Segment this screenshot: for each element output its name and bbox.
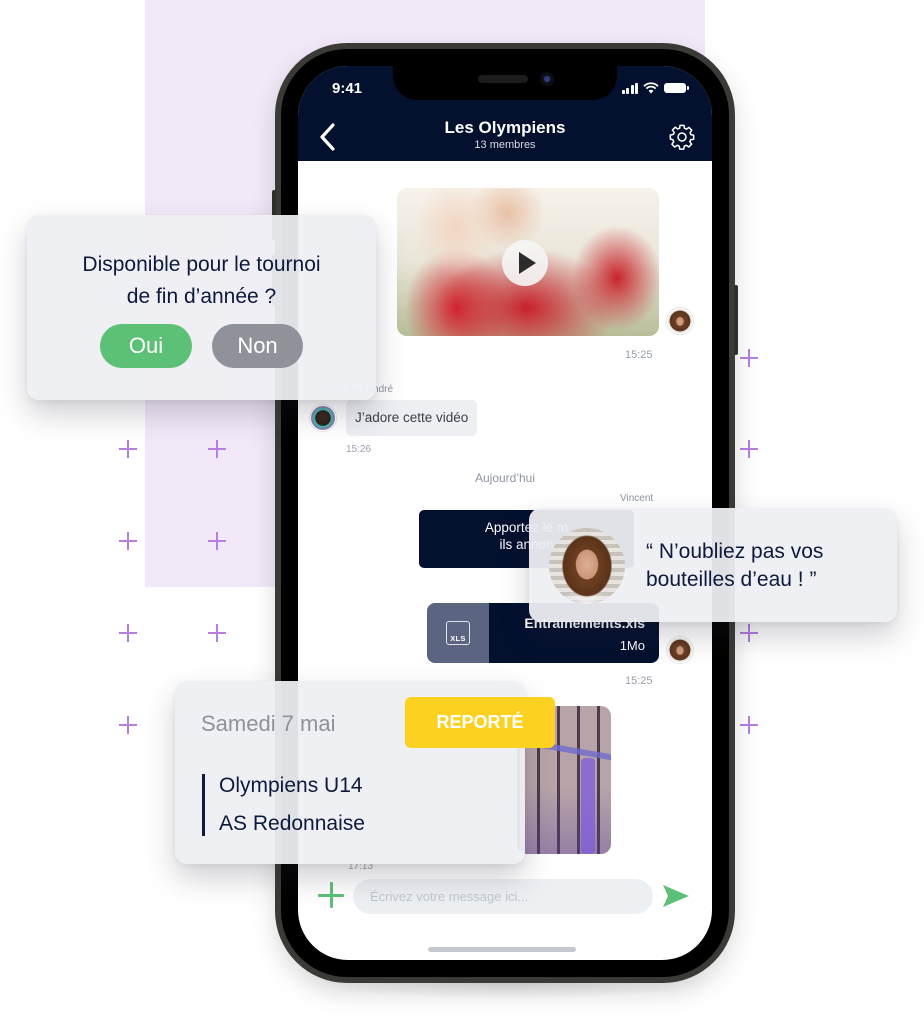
quote-line: bouteilles d’eau ! ”: [646, 568, 817, 591]
plus-decoration-icon: [119, 624, 137, 642]
message-composer: [298, 876, 712, 916]
battery-icon: [664, 83, 689, 93]
plus-decoration-icon: [208, 532, 226, 550]
xls-file-icon: XLS: [446, 621, 470, 645]
poll-question: Disponible pour le tournoi de fin d’anné…: [27, 249, 376, 313]
message-timestamp: 15:26: [346, 444, 372, 455]
day-separator: Aujourd’hui: [474, 471, 536, 485]
no-button[interactable]: Non: [212, 324, 303, 368]
chat-header: 9:41 Les Olympiens 13 membres: [298, 66, 712, 161]
message-timestamp: 15:25: [625, 675, 653, 687]
home-indicator: [428, 947, 576, 952]
message-bubble-incoming: J’adore cette vidéo: [346, 400, 478, 436]
plus-decoration-icon: [740, 716, 758, 734]
match-date: Samedi 7 mai: [201, 711, 336, 736]
plus-decoration-icon: [208, 440, 226, 458]
status-icons: [621, 82, 689, 94]
status-time: 9:41: [332, 80, 363, 97]
plus-decoration-icon: [740, 624, 758, 642]
avatar: [667, 637, 693, 663]
wifi-icon: [643, 82, 659, 94]
yes-button[interactable]: Oui: [100, 324, 192, 368]
speaker-grille: [478, 75, 528, 83]
play-icon[interactable]: [502, 240, 548, 286]
message-timestamp: 15:25: [625, 349, 653, 361]
phone-notch: [393, 66, 617, 100]
plus-decoration-icon: [119, 532, 137, 550]
phone-power-button: [734, 285, 738, 355]
match-card: Samedi 7 mai REPORTÉ Olympiens U14 AS Re…: [175, 681, 555, 864]
signal-icon: [621, 82, 638, 94]
team-home: Olympiens U14: [219, 774, 363, 797]
message-input[interactable]: [353, 879, 653, 914]
poll-card: Disponible pour le tournoi de fin d’anné…: [27, 215, 376, 400]
avatar: [549, 528, 625, 604]
member-count: 13 membres: [474, 139, 536, 151]
plus-decoration-icon: [119, 440, 137, 458]
avatar: [667, 308, 693, 334]
plus-icon[interactable]: [318, 882, 344, 908]
plus-decoration-icon: [740, 349, 758, 367]
send-icon[interactable]: [662, 884, 690, 908]
video-message[interactable]: [397, 188, 659, 336]
poll-question-line: de fin d’année ?: [126, 285, 277, 308]
plus-decoration-icon: [208, 624, 226, 642]
poll-question-line: Disponible pour le tournoi: [82, 253, 321, 276]
chat-title: Les Olympiens: [444, 118, 566, 137]
match-divider: [202, 774, 205, 836]
avatar: [310, 405, 336, 431]
plus-decoration-icon: [119, 716, 137, 734]
sender-name: Vincent: [620, 493, 654, 504]
plus-decoration-icon: [740, 440, 758, 458]
chat-title-block: Les Olympiens 13 membres: [298, 118, 712, 152]
front-camera: [540, 72, 554, 86]
gear-icon[interactable]: [668, 123, 696, 151]
file-icon-box: XLS: [427, 603, 489, 663]
quote-text: “ N’oubliez pas vos bouteilles d’eau ! ”: [646, 538, 823, 594]
file-size: 1Mo: [619, 638, 645, 653]
quote-card: “ N’oubliez pas vos bouteilles d’eau ! ”: [529, 508, 897, 622]
team-away: AS Redonnaise: [219, 812, 365, 835]
quote-line: “ N’oubliez pas vos: [646, 540, 824, 563]
status-badge: REPORTÉ: [405, 697, 555, 748]
